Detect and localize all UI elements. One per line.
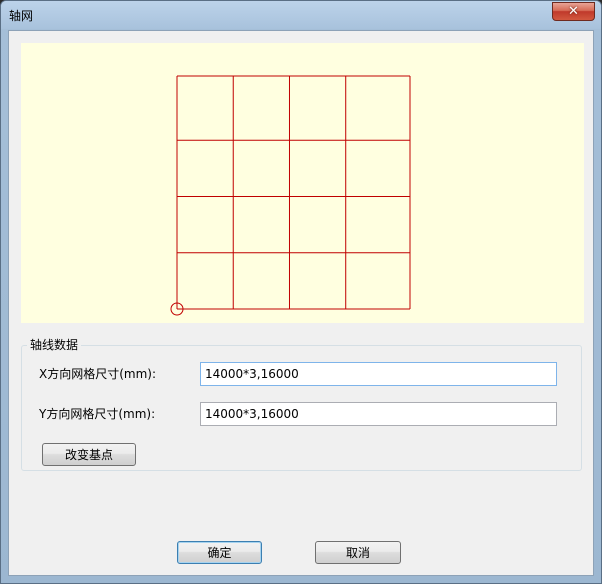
close-icon: ✕ xyxy=(568,4,579,19)
grid-preview xyxy=(21,43,584,323)
change-base-point-button[interactable]: 改变基点 xyxy=(42,443,136,466)
base-point-icon xyxy=(170,302,184,316)
window-title: 轴网 xyxy=(9,9,34,23)
close-button[interactable]: ✕ xyxy=(552,2,595,21)
dialog-client-area: 轴线数据 X方向网格尺寸(mm): Y方向网格尺寸(mm): 改变基点 确定 取… xyxy=(8,30,594,576)
x-grid-size-input[interactable] xyxy=(200,362,557,386)
axis-grid-dialog: 轴网 ✕ 轴线数据 X方向网格尺寸(mm): Y方向网格尺寸(mm): 改变基点… xyxy=(0,0,602,584)
y-grid-size-input[interactable] xyxy=(200,402,557,426)
y-grid-size-label: Y方向网格尺寸(mm): xyxy=(39,407,156,421)
x-grid-size-label: X方向网格尺寸(mm): xyxy=(39,367,157,381)
grid-preview-canvas xyxy=(170,75,411,316)
cancel-button[interactable]: 取消 xyxy=(315,541,401,564)
axis-data-group-title: 轴线数据 xyxy=(27,336,82,353)
ok-button[interactable]: 确定 xyxy=(177,541,262,564)
title-bar[interactable]: 轴网 ✕ xyxy=(1,1,601,29)
